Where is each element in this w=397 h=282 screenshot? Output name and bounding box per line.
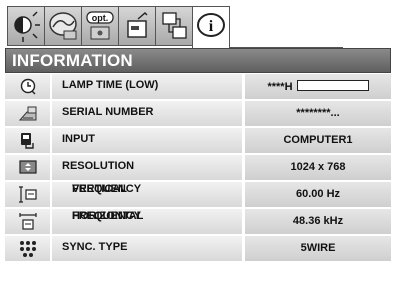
section-title: INFORMATION xyxy=(12,51,133,70)
brightness-icon xyxy=(14,11,40,42)
tab-brightness[interactable] xyxy=(7,6,45,46)
svg-text:opt.: opt. xyxy=(92,13,109,23)
info-value: ********... xyxy=(296,107,340,119)
info-row-horizontal-frequency: HORIZONTAL FREQUENCY 48.36 kHz xyxy=(5,209,391,234)
info-label: LAMP TIME (LOW) xyxy=(62,79,159,91)
info-row-lamp-time: LAMP TIME (LOW) ****H xyxy=(5,74,391,99)
info-value: 1024 x 768 xyxy=(290,161,346,173)
info-label: SYNC. TYPE xyxy=(62,241,128,253)
sync-type-icon xyxy=(20,241,36,257)
network-icon xyxy=(162,12,187,39)
info-value: COMPUTER1 xyxy=(283,134,353,146)
horizontal-frequency-icon xyxy=(19,213,37,230)
info-value: 60.00 Hz xyxy=(295,188,341,200)
lamp-time-icon xyxy=(20,78,36,95)
setting-icon xyxy=(127,12,148,38)
tab-option[interactable]: opt. xyxy=(81,6,119,46)
serial-number-icon xyxy=(18,106,37,121)
info-row-serial-number: SERIAL NUMBER ********... xyxy=(5,101,391,126)
tab-information[interactable]: i xyxy=(192,6,343,48)
input-icon xyxy=(21,133,34,149)
info-row-resolution: RESOLUTION 1024 x 768 xyxy=(5,155,391,180)
info-label: SERIAL NUMBER xyxy=(62,106,154,118)
info-icon: i xyxy=(197,13,225,37)
tab-network[interactable] xyxy=(155,6,193,46)
image-adjust-icon xyxy=(49,12,77,40)
info-row-input: INPUT COMPUTER1 xyxy=(5,128,391,153)
info-row-sync-type: SYNC. TYPE 5WIRE xyxy=(5,236,391,261)
info-row-vertical-frequency: VERTICAL FREQUENCY 60.00 Hz xyxy=(5,182,391,207)
option-icon: opt. xyxy=(86,11,114,40)
info-value: 48.36 kHz xyxy=(292,215,344,227)
section-header: INFORMATION xyxy=(5,48,391,73)
svg-text:i: i xyxy=(209,18,214,35)
tab-image[interactable] xyxy=(44,6,82,46)
lamp-time-bar xyxy=(296,80,369,91)
info-label: RESOLUTION xyxy=(62,160,135,172)
info-label: INPUT xyxy=(62,133,95,145)
vertical-frequency-icon xyxy=(19,186,37,203)
information-table: LAMP TIME (LOW) ****H SERIAL NUMBER ****… xyxy=(5,74,391,263)
info-value: 5WIRE xyxy=(300,242,336,254)
tab-setting[interactable] xyxy=(118,6,156,46)
info-value: ****H xyxy=(267,80,369,93)
resolution-icon xyxy=(19,160,37,174)
